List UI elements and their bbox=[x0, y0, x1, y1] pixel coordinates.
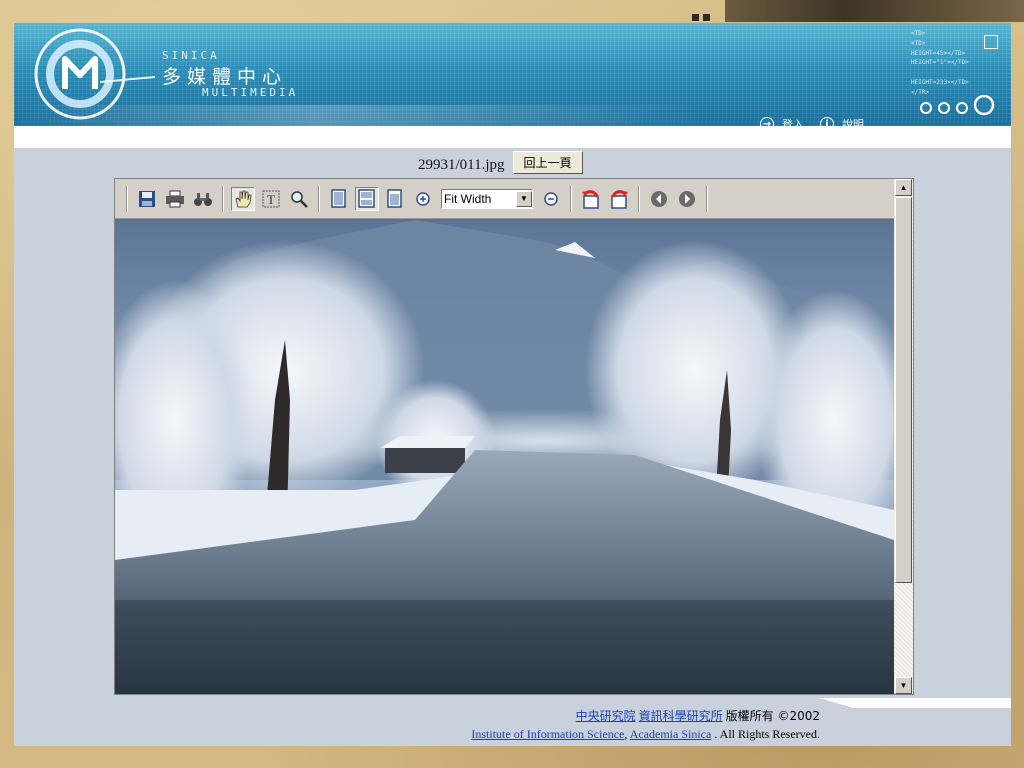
single-page-icon[interactable] bbox=[327, 187, 351, 211]
scroll-down-icon[interactable]: ▼ bbox=[895, 677, 912, 694]
brand-subtitle: MULTIMEDIA bbox=[202, 86, 299, 99]
continuous-page-icon[interactable] bbox=[355, 186, 379, 211]
zoom-tool-icon[interactable] bbox=[287, 187, 311, 211]
header-nav: → 登入 i 說明 bbox=[760, 114, 872, 134]
facing-page-icon[interactable] bbox=[383, 187, 407, 211]
print-icon[interactable] bbox=[163, 187, 187, 211]
save-icon[interactable] bbox=[135, 187, 159, 211]
image-viewer: T Fit Width ▼ ▲ ▼ bbox=[114, 178, 914, 695]
login-label: 登入 bbox=[782, 118, 804, 131]
rotate-right-icon[interactable] bbox=[607, 187, 631, 211]
footer: 中央研究院 資訊科學研究所 版權所有 ©2002 Institute of In… bbox=[14, 707, 820, 743]
find-icon[interactable] bbox=[191, 187, 215, 211]
arrow-right-circle-icon: → bbox=[760, 117, 774, 131]
vertical-scrollbar[interactable]: ▲ ▼ bbox=[894, 179, 913, 694]
help-label: 說明 bbox=[842, 118, 864, 131]
zoom-out-icon[interactable] bbox=[539, 187, 563, 211]
brand-chinese: 多媒體中心 bbox=[162, 66, 288, 88]
login-link[interactable]: → 登入 bbox=[760, 116, 804, 132]
footer-separator: , bbox=[624, 727, 628, 741]
footer-link-iis-zh[interactable]: 資訊科學研究所 bbox=[639, 709, 723, 723]
footer-rights-en: . All Rights Reserved. bbox=[714, 727, 820, 741]
footer-link-sinica-zh[interactable]: 中央研究院 bbox=[576, 709, 636, 723]
svg-text:T: T bbox=[267, 192, 275, 207]
background-dots bbox=[692, 8, 722, 39]
help-link[interactable]: i 說明 bbox=[820, 116, 864, 132]
browser-page: SINICA 多媒體中心 MULTIMEDIA <TD> <TD> HEIGHT… bbox=[14, 23, 1011, 746]
info-icon: i bbox=[820, 117, 834, 131]
zoom-select[interactable]: Fit Width ▼ bbox=[441, 188, 533, 209]
hand-tool-icon[interactable] bbox=[231, 186, 255, 211]
file-bar: 29931/011.jpg 回上一頁 bbox=[418, 150, 583, 177]
header-banner: SINICA 多媒體中心 MULTIMEDIA <TD> <TD> HEIGHT… bbox=[14, 23, 1011, 126]
multimedia-logo-icon bbox=[34, 28, 156, 120]
corner-box-icon bbox=[984, 35, 998, 49]
footer-link-sinica-en[interactable]: Academia Sinica bbox=[630, 727, 712, 741]
footer-link-iis-en[interactable]: Institute of Information Science bbox=[471, 727, 624, 741]
file-name: 29931/011.jpg bbox=[418, 156, 505, 173]
footer-divider bbox=[819, 698, 1011, 708]
previous-icon[interactable] bbox=[647, 187, 671, 211]
zoom-in-icon[interactable] bbox=[411, 187, 435, 211]
footer-copyright-zh: 版權所有 ©2002 bbox=[725, 709, 820, 723]
brand-english: SINICA bbox=[162, 49, 220, 62]
brand-block: SINICA 多媒體中心 MULTIMEDIA bbox=[162, 49, 298, 99]
scroll-up-icon[interactable]: ▲ bbox=[895, 179, 912, 196]
zoom-value: Fit Width bbox=[444, 191, 492, 206]
background-texture bbox=[725, 0, 1024, 22]
viewer-toolbar: T Fit Width ▼ bbox=[115, 179, 894, 219]
displayed-photo bbox=[115, 220, 894, 694]
rotate-left-icon[interactable] bbox=[579, 187, 603, 211]
decorative-circles-icon bbox=[920, 95, 995, 116]
text-select-icon[interactable]: T bbox=[259, 187, 283, 211]
back-button[interactable]: 回上一頁 bbox=[512, 150, 583, 174]
chevron-down-icon: ▼ bbox=[516, 190, 532, 207]
scrollbar-thumb[interactable] bbox=[895, 197, 912, 583]
next-icon[interactable] bbox=[675, 187, 699, 211]
